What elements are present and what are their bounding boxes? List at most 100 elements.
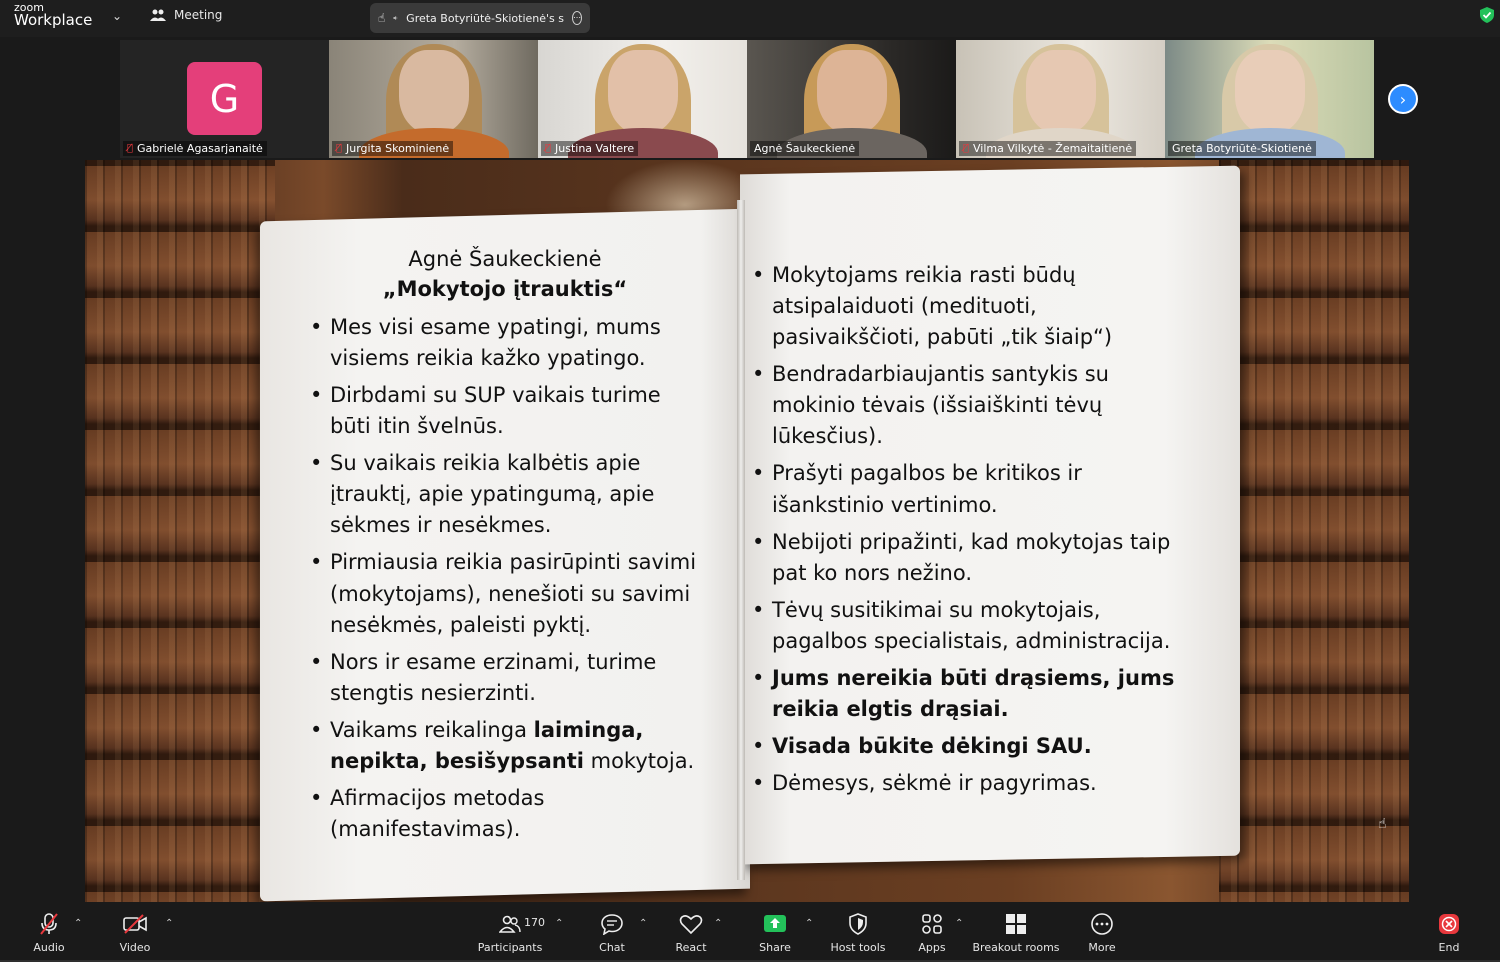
audio-label: Audio: [33, 941, 65, 954]
host-shield-icon: [849, 913, 867, 935]
list-item-bold: Visada būkite dėkingi SAU.: [752, 731, 1182, 762]
breakout-grid-icon: [1006, 914, 1026, 934]
heart-icon: [679, 915, 703, 935]
meeting-toolbar: Audio ⌃ Video ⌃ Participants ⌃ Chat ⌃ Re…: [0, 904, 1500, 962]
mic-muted-icon: 🎙̸: [963, 143, 970, 154]
chat-icon: [601, 914, 623, 935]
top-bar: zoom Workplace ⌄ Meeting ☝ Greta Botyriū…: [0, 0, 1500, 37]
share-label: Share: [759, 941, 791, 954]
participant-nameplate: Greta Botyriūtė-Skiotienė: [1168, 141, 1316, 156]
participant-tile[interactable]: 🎙̸ Justina Valtere: [538, 40, 747, 158]
participant-nameplate: 🎙̸ Jurgita Skominienė: [332, 141, 454, 156]
participant-thumbnail-strip: G 🎙̸ Gabrielė Agasarjanaitė 🎙̸ Jurgita S…: [120, 40, 1374, 158]
participant-name: Justina Valtere: [555, 142, 635, 155]
list-item: Vaikams reikalinga laiminga, nepikta, be…: [310, 715, 700, 777]
slide-list-left: Mes visi esame ypatingi, mums visiems re…: [310, 312, 700, 845]
list-item-bold: Jums nereikia būti drąsiems, jums reikia…: [752, 663, 1182, 725]
mic-muted-icon: 🎙̸: [127, 143, 134, 154]
participants-icon: [499, 915, 521, 933]
mic-muted-icon: [40, 913, 58, 935]
list-item: Bendradarbiaujantis santykis su mokinio …: [752, 359, 1182, 452]
share-label: Greta Botyriūtė-Skiotienė's s: [406, 11, 564, 25]
react-label: React: [675, 941, 707, 954]
list-item: Dėmesys, sėkmė ir pagyrimas.: [752, 768, 1182, 799]
breakout-rooms-button[interactable]: Breakout rooms: [973, 912, 1060, 954]
list-item: Mokytojams reikia rasti būdų atsipalaidu…: [752, 260, 1182, 353]
share-button[interactable]: Share: [735, 912, 815, 954]
chat-options-caret[interactable]: ⌃: [639, 918, 647, 929]
share-options-caret[interactable]: ⌃: [805, 918, 813, 929]
video-options-caret[interactable]: ⌃: [165, 918, 173, 929]
hand-cursor-icon: ☝: [1378, 816, 1387, 832]
participant-tile[interactable]: Agnė Šaukeckienė: [747, 40, 956, 158]
screen-share-indicator[interactable]: ☝ Greta Botyriūtė-Skiotienė's s ⋯: [370, 3, 590, 33]
participant-name: Vilma Vilkytė - Žemaitaitienė: [973, 142, 1133, 155]
more-button[interactable]: More: [1062, 912, 1142, 954]
participant-nameplate: 🎙̸ Justina Valtere: [541, 141, 639, 156]
apps-label: Apps: [918, 941, 946, 954]
share-screen-icon: [764, 915, 786, 932]
participant-name: Gabrielė Agasarjanaitė: [137, 142, 263, 155]
chevron-down-icon[interactable]: ⌄: [112, 9, 122, 23]
list-item: Pirmiausia reikia pasirūpinti savimi (mo…: [310, 547, 700, 640]
video-button[interactable]: Video: [95, 912, 175, 954]
participants-label: Participants: [477, 941, 543, 954]
mic-muted-icon: 🎙̸: [545, 143, 552, 154]
book-spine: [737, 200, 745, 880]
speaker-icon: [393, 15, 398, 21]
end-x-icon: [1439, 914, 1459, 934]
shared-screen: Agnė Šaukeckienė „Mokytojo įtrauktis“ Me…: [85, 160, 1409, 902]
brand-workplace-text: Workplace: [14, 11, 93, 29]
more-icon: [1091, 913, 1113, 935]
breakout-rooms-label: Breakout rooms: [972, 941, 1060, 954]
zoom-workplace-logo[interactable]: zoom Workplace: [14, 2, 92, 28]
end-meeting-button[interactable]: End: [1409, 912, 1489, 954]
list-item: Afirmacijos metodas (manifestavimas).: [310, 783, 700, 845]
slide-right-column: Mokytojams reikia rasti būdų atsipalaidu…: [752, 260, 1182, 805]
participants-options-caret[interactable]: ⌃: [555, 918, 563, 929]
list-item: Prašyti pagalbos be kritikos ir išanksti…: [752, 458, 1182, 520]
participant-name: Jurgita Skominienė: [346, 142, 450, 155]
end-label: End: [1438, 941, 1460, 954]
list-item: Tėvų susitikimai su mokytojais, pagalbos…: [752, 595, 1182, 657]
video-off-icon: [123, 914, 147, 934]
participants-count-badge: 170: [524, 916, 545, 929]
next-page-button[interactable]: ›: [1388, 84, 1418, 114]
participant-name: Agnė Šaukeckienė: [754, 142, 856, 155]
video-label: Video: [119, 941, 151, 954]
participant-nameplate: 🎙̸ Vilma Vilkytė - Žemaitaitienė: [959, 141, 1137, 156]
mic-muted-icon: 🎙̸: [336, 143, 343, 154]
slide-title: „Mokytojo įtrauktis“: [382, 277, 628, 302]
chat-label: Chat: [599, 941, 625, 954]
participant-nameplate: Agnė Šaukeckienė: [750, 141, 860, 156]
participant-name: Greta Botyriūtė-Skiotienė: [1172, 142, 1312, 155]
chevron-right-icon: ›: [1399, 89, 1407, 109]
avatar: G: [187, 62, 262, 135]
slide-author: Agnė Šaukeckienė: [408, 247, 602, 271]
list-item: Nebijoti pripažinti, kad mokytojas taip …: [752, 527, 1182, 589]
apps-icon: [922, 914, 942, 934]
apps-options-caret[interactable]: ⌃: [955, 918, 963, 929]
more-label: More: [1088, 941, 1116, 954]
list-item: Dirbdami su SUP vaikais turime būti itin…: [310, 380, 700, 442]
security-shield-icon[interactable]: [1480, 7, 1494, 23]
react-options-caret[interactable]: ⌃: [714, 918, 722, 929]
slide-left-column: Agnė Šaukeckienė „Mokytojo įtrauktis“ Me…: [310, 245, 700, 851]
list-item: Su vaikais reikia kalbėtis apie įtrauktį…: [310, 448, 700, 541]
list-item: Mes visi esame ypatingi, mums visiems re…: [310, 312, 700, 374]
participant-tile[interactable]: 🎙̸ Jurgita Skominienė: [329, 40, 538, 158]
slide-list-right: Mokytojams reikia rasti būdų atsipalaidu…: [752, 260, 1182, 799]
hand-pointer-icon: ☝: [378, 11, 386, 25]
host-tools-label: Host tools: [830, 941, 886, 954]
participant-nameplate: 🎙̸ Gabrielė Agasarjanaitė: [123, 141, 267, 156]
participant-tile-active-speaker[interactable]: Greta Botyriūtė-Skiotienė: [1165, 40, 1374, 158]
more-options-icon[interactable]: ⋯: [572, 11, 582, 25]
people-icon: [150, 9, 166, 21]
meeting-label: Meeting: [174, 8, 223, 22]
list-item: Nors ir esame erzinami, turime stengtis …: [310, 647, 700, 709]
participant-tile[interactable]: G 🎙̸ Gabrielė Agasarjanaitė: [120, 40, 329, 158]
participant-tile[interactable]: 🎙̸ Vilma Vilkytė - Žemaitaitienė: [956, 40, 1165, 158]
meeting-menu[interactable]: Meeting: [150, 8, 222, 22]
host-tools-button[interactable]: Host tools: [818, 912, 898, 954]
audio-options-caret[interactable]: ⌃: [74, 918, 82, 929]
